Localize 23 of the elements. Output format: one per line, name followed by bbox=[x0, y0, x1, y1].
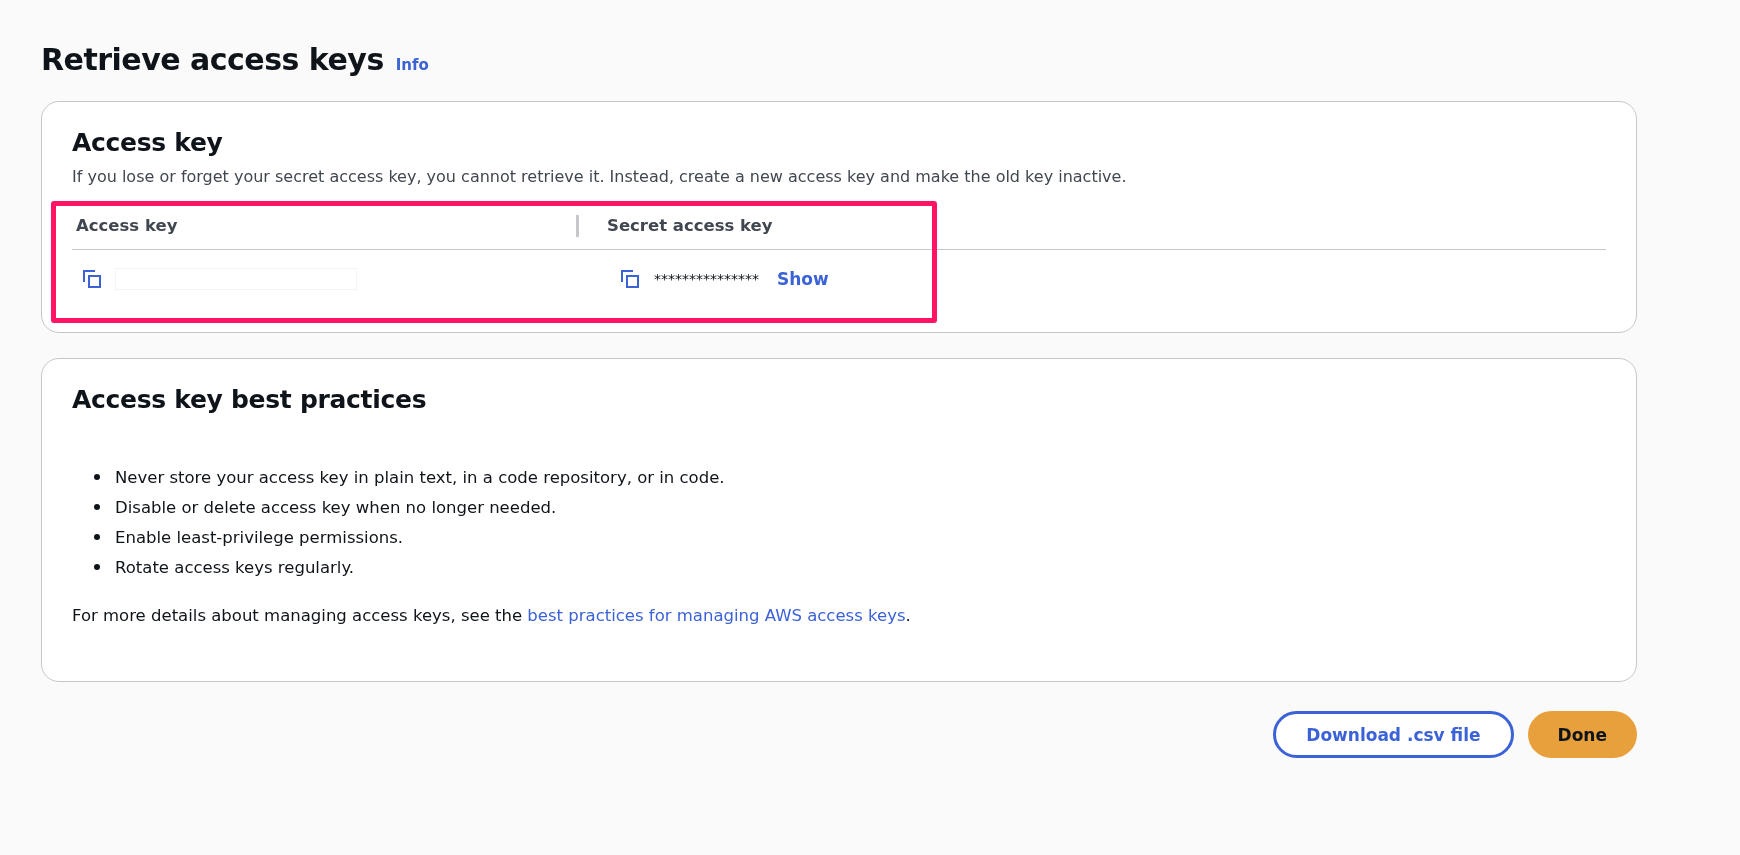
section-heading: Access key bbox=[72, 128, 224, 157]
docs-link[interactable]: best practices for managing AWS access keys bbox=[527, 606, 906, 625]
bullet-icon bbox=[94, 474, 100, 480]
list-item-text: Rotate access keys regularly. bbox=[115, 557, 355, 577]
bullet-icon bbox=[94, 504, 100, 510]
copy-icon[interactable] bbox=[618, 267, 642, 291]
done-button[interactable]: Done bbox=[1527, 711, 1637, 758]
list-item-text: Never store your access key in plain text, in a code repository, or in code. bbox=[115, 467, 725, 487]
column-header: Secret access key bbox=[576, 214, 1307, 237]
column-header: Access key bbox=[75, 216, 179, 235]
section-heading: Access key best practices bbox=[72, 385, 428, 414]
copy-icon[interactable] bbox=[80, 267, 104, 291]
description-text: If you lose or forget your secret access key, you cannot retrieve it. Instead, create a new access key and make the old key inactive. bbox=[72, 167, 1128, 186]
info-link[interactable]: Info bbox=[395, 56, 429, 74]
secret-key-value: *************** bbox=[654, 271, 759, 287]
download-button[interactable]: Download .csv file bbox=[1273, 711, 1514, 758]
list-item-text: Enable least-privilege permissions. bbox=[115, 527, 404, 547]
bullet-icon bbox=[94, 534, 100, 540]
list-item-text: Disable or delete access key when no longer needed. bbox=[115, 497, 557, 517]
bullet-icon bbox=[94, 564, 100, 570]
footer-text: For more details about managing access keys, see the best practices for managing AWS access keys. bbox=[72, 606, 912, 625]
page-title: Retrieve access keys bbox=[41, 42, 384, 77]
show-link[interactable]: Show bbox=[777, 269, 829, 289]
